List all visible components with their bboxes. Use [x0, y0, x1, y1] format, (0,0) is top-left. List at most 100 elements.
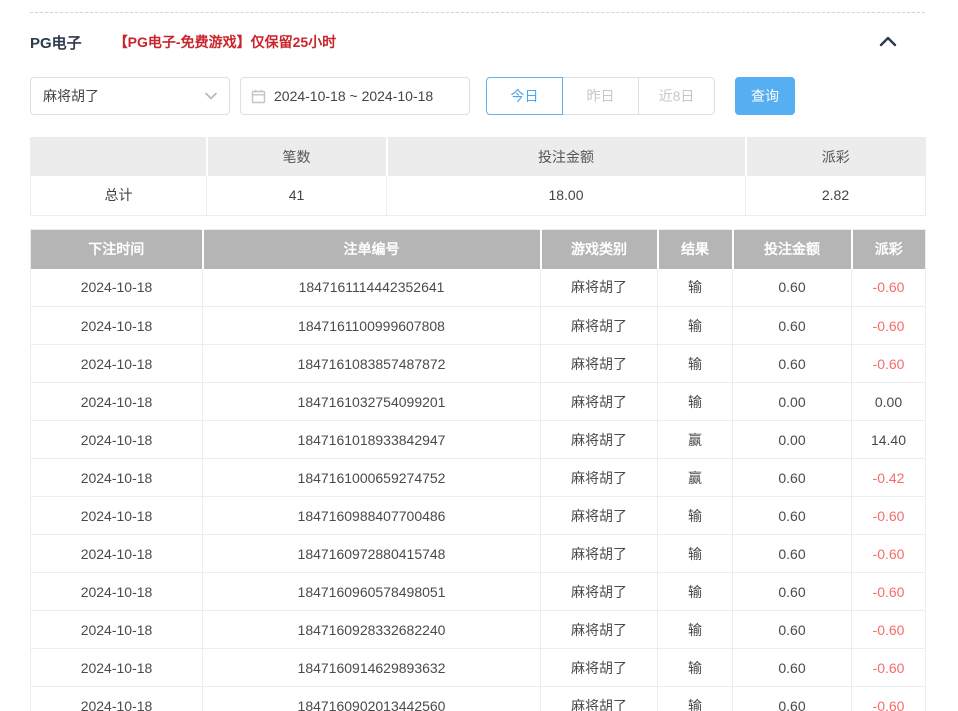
cell-bet-id: 1847160988407700486	[203, 497, 541, 535]
header-bet-time: 下注时间	[31, 230, 203, 269]
table-row: 2024-10-181847160914629893632麻将胡了输0.60-0…	[31, 649, 926, 687]
cell-bet-amount: 0.60	[733, 307, 852, 345]
cell-bet-id: 1847161100999607808	[203, 307, 541, 345]
summary-total-label: 总计	[31, 176, 207, 216]
cell-result: 输	[658, 649, 733, 687]
table-row: 2024-10-181847160960578498051麻将胡了输0.60-0…	[31, 573, 926, 611]
header-bet-amount: 投注金额	[733, 230, 852, 269]
calendar-icon	[251, 89, 266, 104]
search-button[interactable]: 查询	[735, 77, 795, 115]
cell-payout: 0.00	[852, 383, 926, 421]
chevron-down-icon	[205, 92, 217, 100]
cell-result: 输	[658, 687, 733, 711]
game-select-value: 麻将胡了	[43, 86, 99, 106]
cell-bet-amount: 0.60	[733, 459, 852, 497]
cell-payout: -0.60	[852, 535, 926, 573]
cell-bet-time: 2024-10-18	[31, 345, 203, 383]
bet-history-panel: PG电子 【PG电子-免费游戏】仅保留25小时 麻将胡了	[0, 0, 958, 711]
summary-header-row: 笔数 投注金额 派彩	[31, 138, 926, 176]
cell-bet-time: 2024-10-18	[31, 649, 203, 687]
table-row: 2024-10-181847161100999607808麻将胡了输0.60-0…	[31, 307, 926, 345]
cell-result: 赢	[658, 421, 733, 459]
cell-bet-time: 2024-10-18	[31, 421, 203, 459]
cell-bet-id: 1847160972880415748	[203, 535, 541, 573]
cell-bet-id: 1847160960578498051	[203, 573, 541, 611]
cell-payout: -0.42	[852, 459, 926, 497]
cell-bet-id: 1847161032754099201	[203, 383, 541, 421]
cell-bet-time: 2024-10-18	[31, 383, 203, 421]
table-row: 2024-10-181847161032754099201麻将胡了输0.000.…	[31, 383, 926, 421]
cell-payout: -0.60	[852, 307, 926, 345]
summary-total-bet-amount: 18.00	[387, 176, 746, 216]
table-row: 2024-10-181847160928332682240麻将胡了输0.60-0…	[31, 611, 926, 649]
panel-header: PG电子 【PG电子-免费游戏】仅保留25小时	[30, 30, 925, 54]
cell-bet-time: 2024-10-18	[31, 459, 203, 497]
cell-payout: -0.60	[852, 269, 926, 307]
date-range-value: 2024-10-18 ~ 2024-10-18	[274, 88, 433, 104]
table-row: 2024-10-181847160972880415748麻将胡了输0.60-0…	[31, 535, 926, 573]
date-range-input[interactable]: 2024-10-18 ~ 2024-10-18	[240, 77, 470, 115]
quick-btn-yesterday[interactable]: 昨日	[562, 77, 639, 115]
cell-game-type: 麻将胡了	[541, 497, 658, 535]
bet-table-header-row: 下注时间 注单编号 游戏类别 结果 投注金额 派彩	[31, 230, 926, 269]
cell-payout: -0.60	[852, 611, 926, 649]
cell-game-type: 麻将胡了	[541, 649, 658, 687]
cell-game-type: 麻将胡了	[541, 307, 658, 345]
summary-total-payout: 2.82	[746, 176, 926, 216]
cell-payout: -0.60	[852, 497, 926, 535]
cell-result: 输	[658, 307, 733, 345]
cell-bet-amount: 0.60	[733, 687, 852, 711]
table-row: 2024-10-181847161114442352641麻将胡了输0.60-0…	[31, 269, 926, 307]
game-select[interactable]: 麻将胡了	[30, 77, 230, 115]
cell-game-type: 麻将胡了	[541, 269, 658, 307]
bet-table-body: 2024-10-181847161114442352641麻将胡了输0.60-0…	[31, 269, 926, 711]
cell-result: 输	[658, 269, 733, 307]
collapse-button[interactable]	[879, 35, 897, 50]
header-game-type: 游戏类别	[541, 230, 658, 269]
summary-total-row: 总计 41 18.00 2.82	[31, 176, 926, 216]
cell-payout: -0.60	[852, 345, 926, 383]
table-row: 2024-10-181847161018933842947麻将胡了赢0.0014…	[31, 421, 926, 459]
quick-btn-today[interactable]: 今日	[486, 77, 563, 115]
cell-payout: -0.60	[852, 649, 926, 687]
cell-bet-id: 1847161083857487872	[203, 345, 541, 383]
cell-game-type: 麻将胡了	[541, 459, 658, 497]
cell-bet-amount: 0.60	[733, 611, 852, 649]
cell-result: 输	[658, 497, 733, 535]
chevron-up-icon	[879, 35, 897, 50]
cell-bet-amount: 0.60	[733, 535, 852, 573]
panel-notice: 【PG电子-免费游戏】仅保留25小时	[114, 32, 336, 52]
dashed-divider	[30, 12, 925, 13]
summary-table: 笔数 投注金额 派彩 总计 41 18.00 2.82	[30, 137, 926, 216]
cell-bet-id: 1847160902013442560	[203, 687, 541, 711]
summary-header-bet-amount: 投注金额	[387, 138, 746, 176]
cell-bet-amount: 0.60	[733, 269, 852, 307]
cell-game-type: 麻将胡了	[541, 345, 658, 383]
cell-result: 输	[658, 611, 733, 649]
cell-game-type: 麻将胡了	[541, 535, 658, 573]
filter-toolbar: 麻将胡了 2024-10-18 ~ 2024-10-18 今日 昨日 近8日 查…	[30, 76, 925, 116]
cell-payout: -0.60	[852, 687, 926, 711]
cell-game-type: 麻将胡了	[541, 687, 658, 711]
cell-bet-amount: 0.00	[733, 421, 852, 459]
summary-header-blank	[31, 138, 207, 176]
cell-bet-time: 2024-10-18	[31, 307, 203, 345]
cell-result: 输	[658, 345, 733, 383]
cell-result: 输	[658, 535, 733, 573]
cell-bet-amount: 0.00	[733, 383, 852, 421]
cell-payout: 14.40	[852, 421, 926, 459]
cell-bet-id: 1847161018933842947	[203, 421, 541, 459]
cell-bet-time: 2024-10-18	[31, 269, 203, 307]
bet-table: 下注时间 注单编号 游戏类别 结果 投注金额 派彩 2024-10-181847…	[30, 229, 926, 711]
cell-game-type: 麻将胡了	[541, 383, 658, 421]
provider-name: PG电子	[30, 32, 82, 53]
table-row: 2024-10-181847160902013442560麻将胡了输0.60-0…	[31, 687, 926, 711]
cell-bet-time: 2024-10-18	[31, 535, 203, 573]
cell-bet-amount: 0.60	[733, 345, 852, 383]
header-result: 结果	[658, 230, 733, 269]
summary-header-payout: 派彩	[746, 138, 926, 176]
quick-btn-last8days[interactable]: 近8日	[638, 77, 715, 115]
cell-bet-id: 1847160928332682240	[203, 611, 541, 649]
table-row: 2024-10-181847161000659274752麻将胡了赢0.60-0…	[31, 459, 926, 497]
cell-bet-id: 1847160914629893632	[203, 649, 541, 687]
